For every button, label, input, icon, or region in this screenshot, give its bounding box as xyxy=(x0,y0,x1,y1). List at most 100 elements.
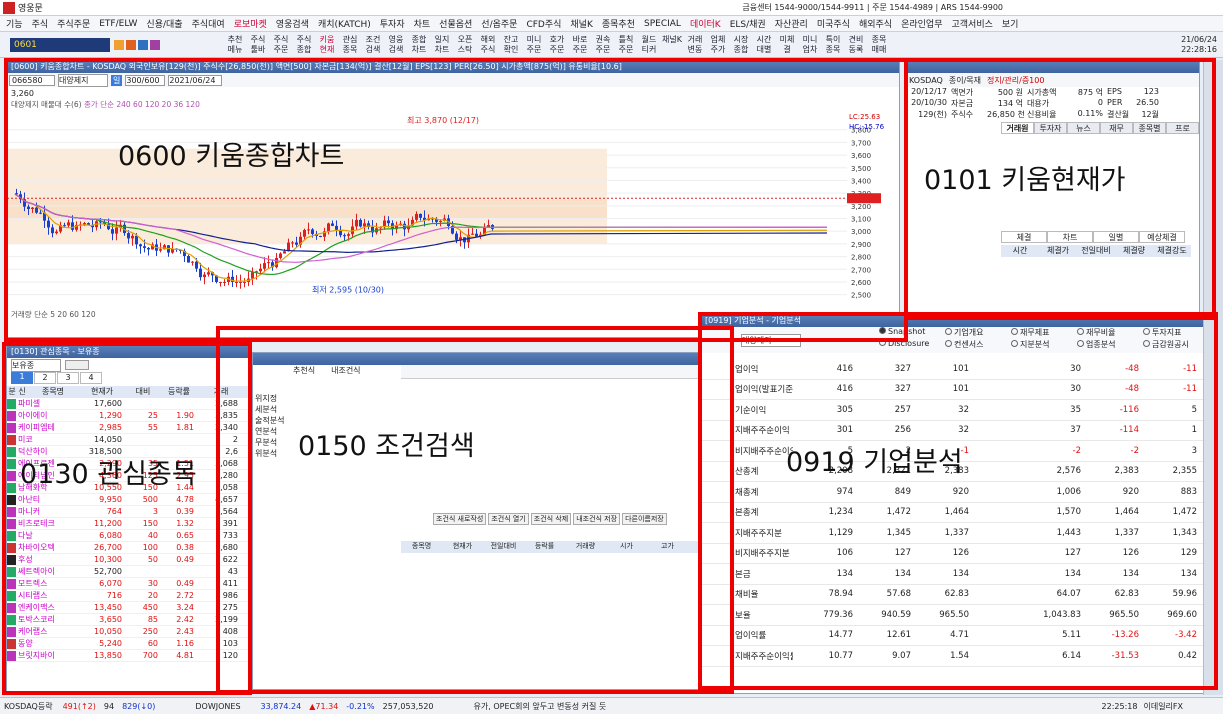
toolbar-button[interactable]: 바로주문 xyxy=(569,35,591,55)
corp-radio[interactable]: 재무제표 xyxy=(1011,327,1077,339)
toolbar-button[interactable]: 조건검색 xyxy=(362,35,384,55)
watch-row[interactable]: 토박스코리 3,650 85 2.42 2,199 xyxy=(7,614,249,626)
corp-radio[interactable]: 업종분석 xyxy=(1077,339,1143,351)
condition-button[interactable]: 조건식 열기 xyxy=(488,513,529,525)
toolbar-button[interactable]: 거래변동 xyxy=(684,35,706,55)
watch-row[interactable]: 비츠로테크 11,200 150 1.32 391 xyxy=(7,518,249,530)
watch-row[interactable]: 아이에이 1,290 25 1.90 3,835 xyxy=(7,410,249,422)
toolbar-button[interactable]: 영웅검색 xyxy=(385,35,407,55)
toolbar-button[interactable]: 종합차트 xyxy=(408,35,430,55)
watch-row[interactable]: 케어랩스 10,050 250 2.43 408 xyxy=(7,626,249,638)
corp-radio[interactable]: 기업개요 xyxy=(945,327,1011,339)
watch-page-4[interactable]: 4 xyxy=(80,372,102,384)
corp-radio[interactable]: 지분분석 xyxy=(1011,339,1077,351)
chart-stock-name[interactable]: 대양제지 xyxy=(58,73,108,87)
condition-button[interactable]: 조건식 새로작성 xyxy=(433,513,487,525)
tool-icon[interactable] xyxy=(126,39,136,50)
watch-row[interactable]: 후성 10,300 50 0.49 622 xyxy=(7,554,249,566)
watch-row[interactable]: 다날 6,080 40 0.65 733 xyxy=(7,530,249,542)
corp-radio[interactable]: 컨센서스 xyxy=(945,339,1011,351)
toolbar-button[interactable]: 주식주문 xyxy=(270,35,292,55)
watch-stock-name[interactable]: 동양 xyxy=(18,638,78,649)
watch-stock-name[interactable]: 브릿지바이 xyxy=(18,650,78,661)
menu-item[interactable]: 데이터K xyxy=(690,17,721,30)
watch-page-2[interactable]: 2 xyxy=(34,372,56,384)
account-select[interactable]: 0601 xyxy=(10,37,110,52)
watch-stock-name[interactable]: 아이에이 xyxy=(18,410,78,421)
toolbar-button[interactable]: 시장종합 xyxy=(730,35,752,55)
watch-stock-name[interactable]: 차바이오텍 xyxy=(18,542,78,553)
menu-item[interactable]: SPECIAL xyxy=(644,19,681,29)
watch-row[interactable]: 마니커 764 3 0.39 1,564 xyxy=(7,506,249,518)
watch-stock-name[interactable]: 비츠로테크 xyxy=(18,518,78,529)
watch-row[interactable]: 동양 5,240 60 1.16 103 xyxy=(7,638,249,650)
toolbar-button[interactable]: 일지차트 xyxy=(431,35,453,55)
corp-stock-name[interactable]: 대양제지 xyxy=(741,333,801,347)
corp-radio[interactable]: 재무비율 xyxy=(1077,327,1143,339)
menu-item[interactable]: ETF/ELW xyxy=(99,19,137,29)
menu-item[interactable]: 자산관리 xyxy=(775,17,808,30)
menu-item[interactable]: ELS/채권 xyxy=(730,17,766,30)
menu-item[interactable]: 로보마켓 xyxy=(234,17,267,30)
price-tab[interactable]: 투자자 xyxy=(1034,122,1067,134)
menu-item[interactable]: 선물옵션 xyxy=(439,17,472,30)
corp-radio[interactable]: 금감원공시 xyxy=(1143,339,1209,351)
watch-row[interactable]: 파미셀 17,600 2,688 xyxy=(7,398,249,410)
watch-row[interactable]: 케이피엠테 2,985 55 1.81 2,340 xyxy=(7,422,249,434)
toolbar-button[interactable]: 틀칙주문 xyxy=(615,35,637,55)
watch-page-3[interactable]: 3 xyxy=(57,372,79,384)
menu-item[interactable]: 해외주식 xyxy=(859,17,892,30)
tool-icon[interactable] xyxy=(150,39,160,50)
menu-item[interactable]: 채널K xyxy=(570,17,592,30)
price-tab[interactable]: 종목별 xyxy=(1133,122,1166,134)
corp-radio[interactable]: Disclosure xyxy=(879,339,945,351)
watch-stock-name[interactable]: 케이피엠테 xyxy=(18,422,78,433)
price-tab[interactable]: 뉴스 xyxy=(1067,122,1100,134)
chart-date[interactable]: 2021/06/24 xyxy=(168,74,223,86)
toolbar-button[interactable]: 시간대별 xyxy=(753,35,775,55)
status-news[interactable]: 유가, OPEC회의 앞두고 변동성 커질 듯 xyxy=(474,701,607,712)
corp-radio[interactable]: Snapshot xyxy=(879,327,945,339)
toolbar-button[interactable]: 권속주문 xyxy=(592,35,614,55)
price-tab[interactable]: 재무 xyxy=(1100,122,1133,134)
menu-item[interactable]: 고객서비스 xyxy=(951,17,992,30)
watch-row[interactable]: 모트렉스 6,070 30 0.49 411 xyxy=(7,578,249,590)
watch-row[interactable]: 차바이오텍 26,700 100 0.38 1,680 xyxy=(7,542,249,554)
condition-button[interactable]: 조건식 삭제 xyxy=(530,513,572,525)
menu-item[interactable]: 투자자 xyxy=(380,17,405,30)
condition-button[interactable]: 내조건식 저장 xyxy=(573,513,621,525)
toolbar-button[interactable]: 종목매매 xyxy=(868,35,890,55)
watch-stock-name[interactable]: 후성 xyxy=(18,554,78,565)
menu-item[interactable]: 주식 xyxy=(32,17,49,30)
toolbar-button[interactable]: 오픈스탁 xyxy=(454,35,476,55)
chart-code-input[interactable]: 066580 xyxy=(9,74,55,86)
toolbar-button[interactable]: 미니업차 xyxy=(799,35,821,55)
toolbar-button[interactable]: 채널K xyxy=(661,35,683,55)
watch-row[interactable]: 엔케이맥스 13,450 450 3.24 275 xyxy=(7,602,249,614)
toolbar-button[interactable]: 잔고확인 xyxy=(500,35,522,55)
toolbar-button[interactable]: 특이종목 xyxy=(822,35,844,55)
watch-stock-name[interactable]: 미코 xyxy=(18,434,78,445)
watch-stock-name[interactable]: 모트렉스 xyxy=(18,578,78,589)
watch-stock-name[interactable]: 다날 xyxy=(18,530,78,541)
menu-item[interactable]: 보기 xyxy=(1002,17,1019,30)
menu-item[interactable]: 종목추천 xyxy=(602,17,635,30)
price-subtab[interactable]: 예상체결 xyxy=(1139,231,1185,243)
price-tab[interactable]: 거래원 xyxy=(1001,122,1034,134)
price-subtab[interactable]: 차트 xyxy=(1047,231,1093,243)
watch-page-1[interactable]: 1 xyxy=(11,372,33,384)
watch-stock-name[interactable]: 파미셀 xyxy=(18,398,78,409)
menu-item[interactable]: 차트 xyxy=(414,17,431,30)
menu-item[interactable]: 주식주문 xyxy=(57,17,90,30)
toolbar-button[interactable]: 주식종합 xyxy=(293,35,315,55)
watch-group-select[interactable]: 보유종 xyxy=(11,358,61,372)
toolbar-button[interactable]: 미니주문 xyxy=(523,35,545,55)
condition-tree-item[interactable]: 세분석 xyxy=(255,404,395,415)
tool-icon[interactable] xyxy=(138,39,148,50)
watch-stock-name[interactable]: 시티랩스 xyxy=(18,590,78,601)
toolbar-button[interactable]: 관심종목 xyxy=(339,35,361,55)
condition-tree-item[interactable]: 위지정 xyxy=(255,393,395,404)
toolbar-button[interactable]: 키움현재 xyxy=(316,35,338,55)
toolbar-button[interactable]: 호가주문 xyxy=(546,35,568,55)
menu-item[interactable]: 주식대여 xyxy=(192,17,225,30)
